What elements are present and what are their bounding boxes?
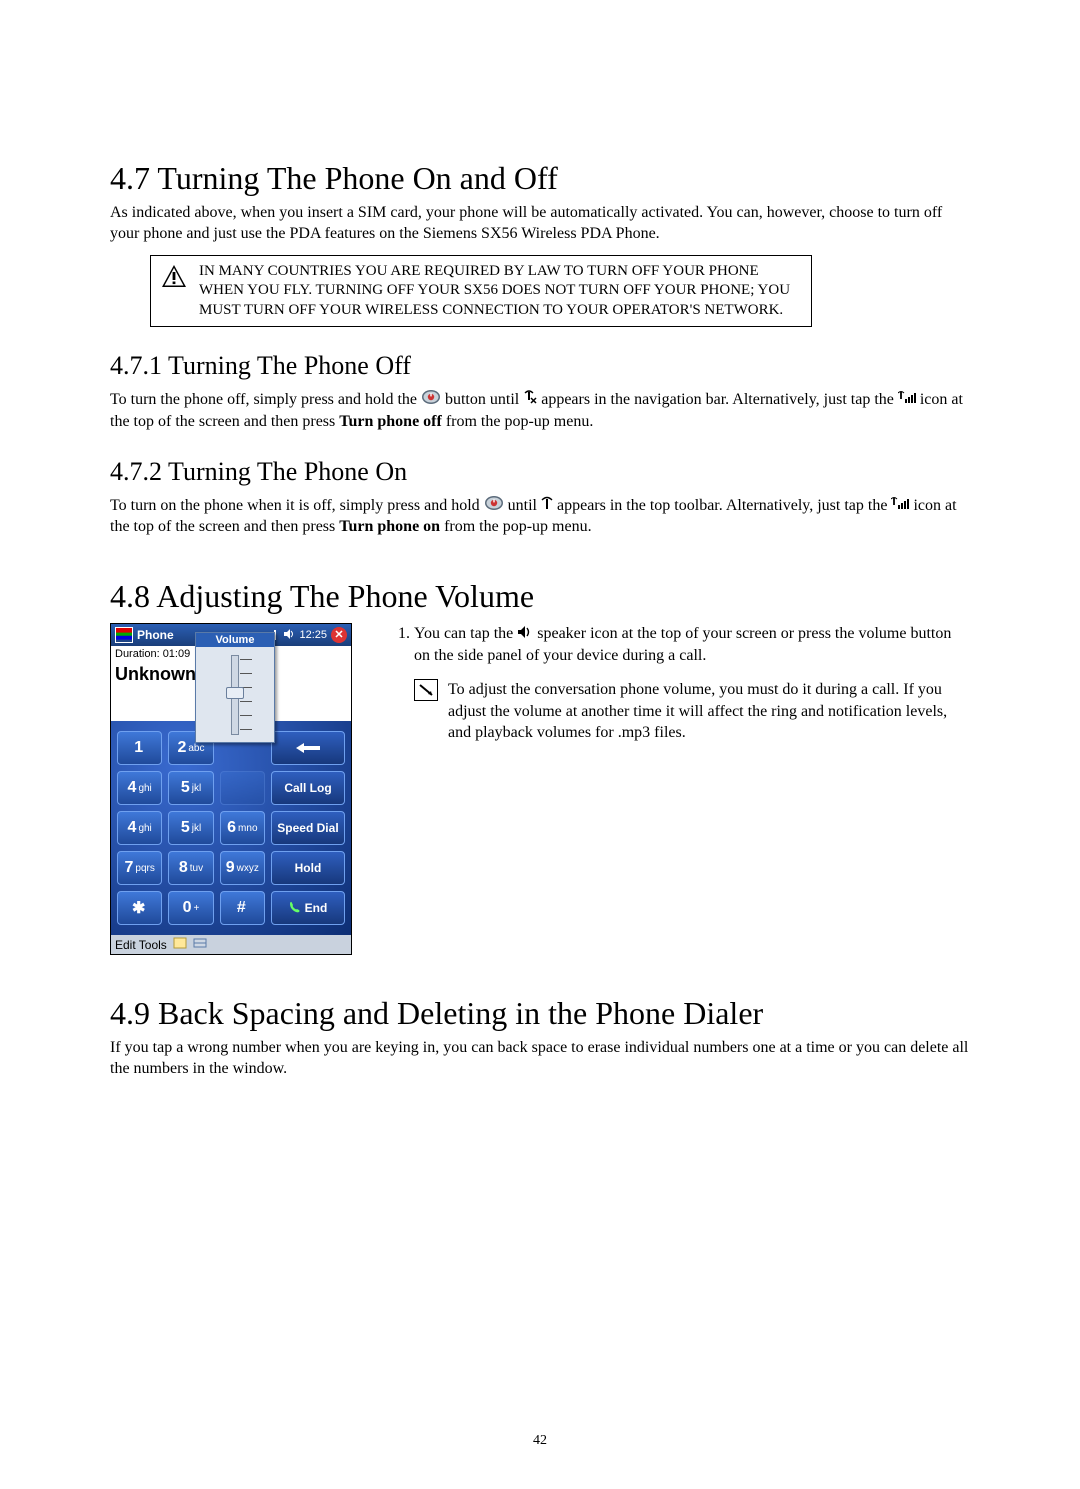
key-7[interactable]: 7pqrs — [117, 851, 162, 885]
para-4-7-intro: As indicated above, when you insert a SI… — [110, 203, 970, 245]
power-button-icon — [421, 389, 441, 412]
volume-popup-title: Volume — [196, 633, 274, 647]
key-4[interactable]: 4ghi — [117, 771, 162, 805]
para-4-9: If you tap a wrong number when you are k… — [110, 1038, 970, 1080]
volume-popup: Volume — [195, 632, 275, 743]
key-4b[interactable]: 4ghi — [117, 811, 162, 845]
text-fragment: To turn the phone off, simply press and … — [110, 391, 421, 408]
heading-4-7: 4.7 Turning The Phone On and Off — [110, 160, 970, 197]
warning-triangle-icon — [161, 262, 187, 288]
power-button-icon — [484, 495, 504, 518]
heading-4-7-1: 4.7.1 Turning The Phone Off — [110, 351, 970, 381]
hold-button[interactable]: Hold — [271, 851, 345, 885]
warning-text: IN MANY COUNTRIES YOU ARE REQUIRED BY LA… — [199, 262, 801, 321]
key-9[interactable]: 9wxyz — [220, 851, 265, 885]
notes-icon[interactable] — [173, 937, 187, 952]
edit-tools-label[interactable]: Edit Tools — [115, 938, 167, 952]
key-1[interactable]: 1 — [117, 731, 162, 765]
text-bold: Turn phone on — [339, 518, 440, 535]
phone-time: 12:25 — [299, 629, 327, 641]
phone-keypad: 1 2abc 4ghi 5jkl Call Log 4ghi 5jkl 6mno… — [111, 721, 351, 935]
volume-instructions: You can tap the speaker icon at the top … — [392, 623, 970, 744]
heading-4-7-2: 4.7.2 Turning The Phone On — [110, 457, 970, 487]
document-page: 4.7 Turning The Phone On and Off As indi… — [0, 0, 1080, 1489]
key-5b[interactable]: 5jkl — [168, 811, 213, 845]
para-4-7-2: To turn on the phone when it is off, sim… — [110, 495, 970, 539]
phone-screenshot: Phone 12:25 ✕ Duration: 01:09 Unknown Vo… — [110, 623, 352, 955]
phone-screen: Duration: 01:09 Unknown Volume — [111, 646, 351, 954]
text-fragment: button until — [445, 391, 523, 408]
keyboard-icon[interactable] — [193, 937, 207, 952]
text-fragment: To turn on the phone when it is off, sim… — [110, 497, 484, 514]
note-text: To adjust the conversation phone volume,… — [448, 679, 970, 744]
speaker-small-icon — [283, 628, 295, 643]
note-box-icon — [414, 679, 438, 701]
close-icon: ✕ — [331, 627, 347, 643]
warning-box: IN MANY COUNTRIES YOU ARE REQUIRED BY LA… — [150, 255, 812, 328]
text-fragment: You can tap the — [414, 625, 517, 642]
text-fragment: appears in the navigation bar. Alternati… — [541, 391, 898, 408]
start-flag-icon — [115, 627, 133, 643]
key-5[interactable]: 5jkl — [168, 771, 213, 805]
end-call-button[interactable]: End — [271, 891, 345, 925]
volume-slider[interactable] — [196, 647, 274, 742]
phone-bottom-bar: Edit Tools — [111, 935, 351, 954]
phone-handset-icon — [289, 901, 301, 916]
call-log-button[interactable]: Call Log — [271, 771, 345, 805]
speed-dial-button[interactable]: Speed Dial — [271, 811, 345, 845]
text-fragment: from the pop-up menu. — [446, 413, 594, 430]
speaker-icon — [517, 624, 533, 646]
key-0[interactable]: 0+ — [168, 891, 213, 925]
heading-4-9: 4.9 Back Spacing and Deleting in the Pho… — [110, 995, 970, 1032]
signal-bars-icon — [891, 496, 909, 517]
backspace-button[interactable] — [271, 731, 345, 765]
volume-section-row: Phone 12:25 ✕ Duration: 01:09 Unknown Vo… — [110, 623, 970, 955]
volume-step-1: You can tap the speaker icon at the top … — [414, 623, 970, 667]
end-label: End — [305, 901, 328, 915]
text-fragment: appears in the top toolbar. Alternativel… — [557, 497, 891, 514]
volume-thumb[interactable] — [226, 687, 244, 699]
key-star[interactable]: ✱ — [117, 891, 162, 925]
key-hash[interactable]: # — [220, 891, 265, 925]
key-8[interactable]: 8tuv — [168, 851, 213, 885]
para-4-7-1: To turn the phone off, simply press and … — [110, 389, 970, 433]
text-fragment: until — [508, 497, 541, 514]
key-6[interactable] — [220, 771, 265, 805]
volume-note: To adjust the conversation phone volume,… — [414, 679, 970, 744]
antenna-off-icon — [523, 390, 537, 411]
text-fragment: from the pop-up menu. — [444, 518, 592, 535]
text-bold: Turn phone off — [339, 413, 442, 430]
phone-title: Phone — [137, 628, 174, 642]
key-6b[interactable]: 6mno — [220, 811, 265, 845]
heading-4-8: 4.8 Adjusting The Phone Volume — [110, 578, 970, 615]
signal-bars-icon — [898, 390, 916, 411]
antenna-on-icon — [541, 496, 553, 517]
page-number: 42 — [0, 1433, 1080, 1449]
